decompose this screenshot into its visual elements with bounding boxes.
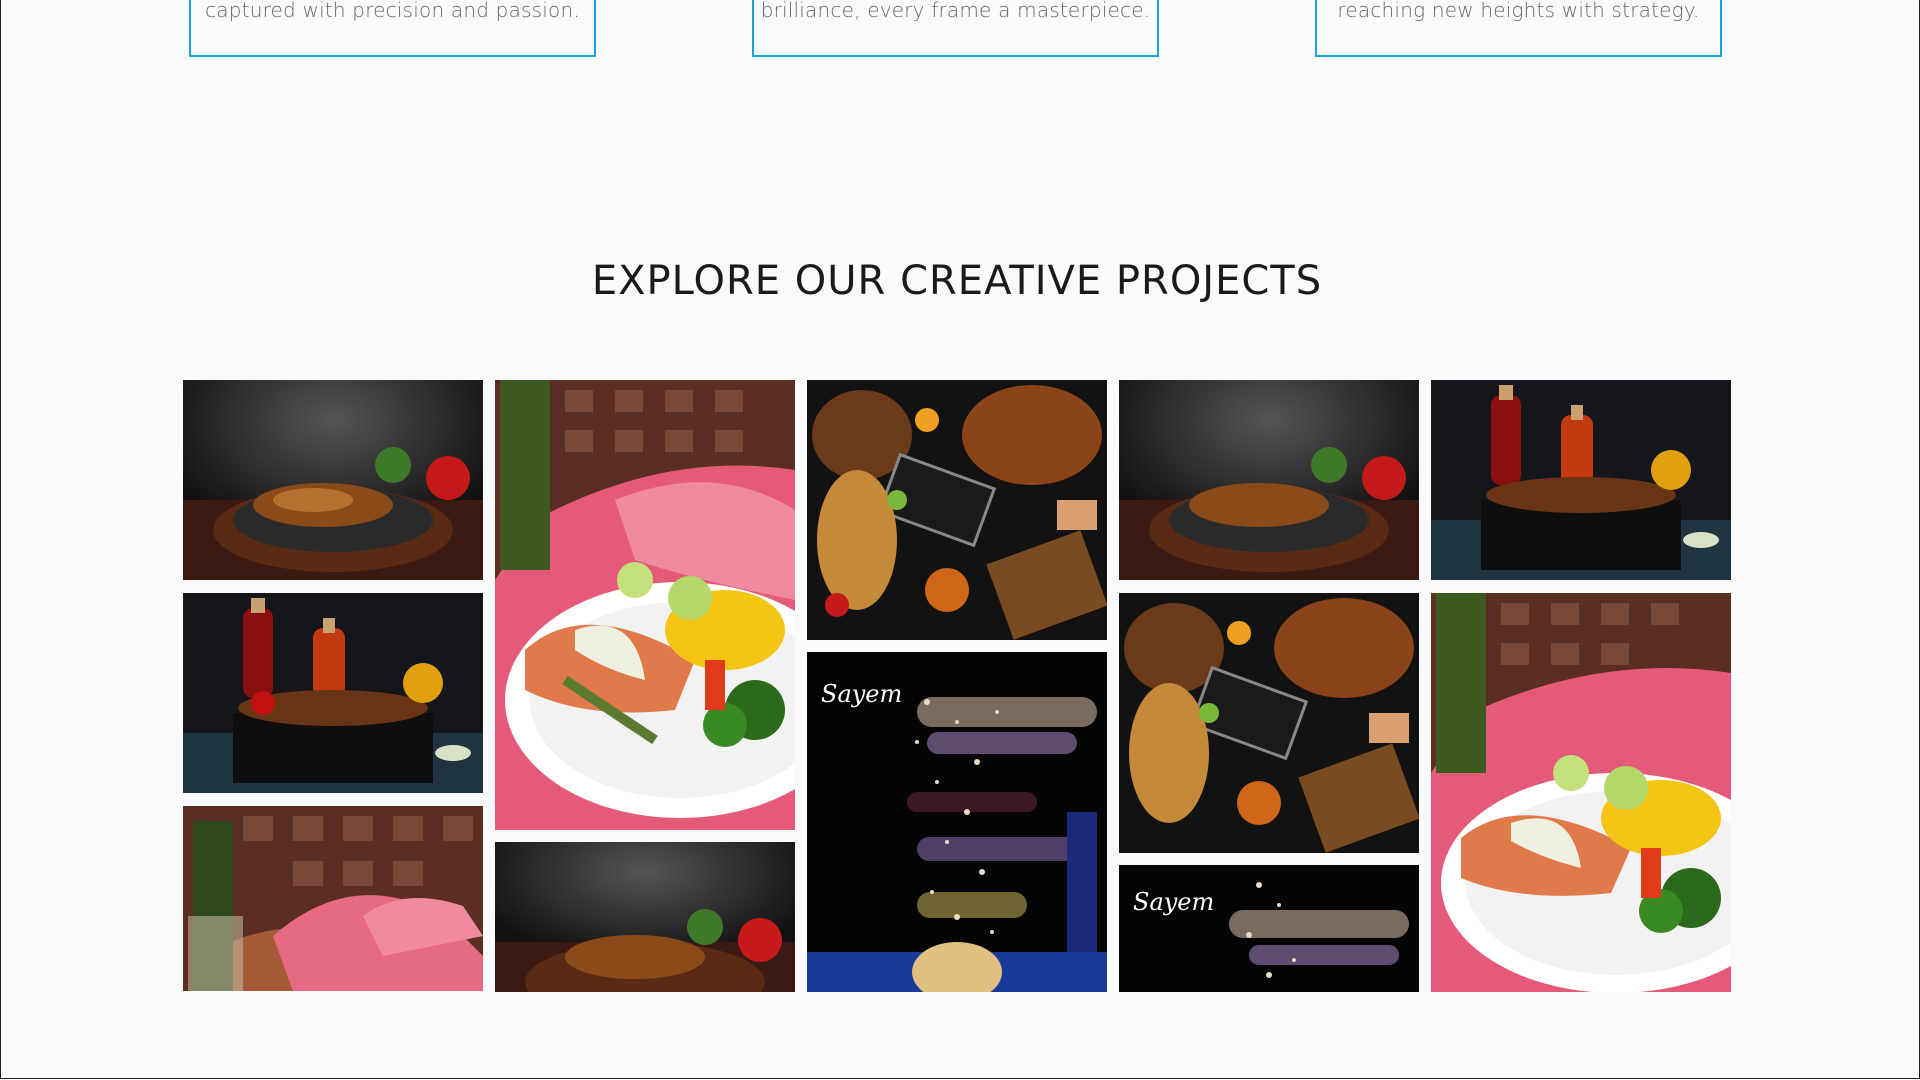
gallery-image-sizzler-2[interactable]: [495, 842, 795, 992]
gallery-image-salmon[interactable]: [183, 806, 483, 991]
gallery-image-feast-topdown-2[interactable]: [1119, 593, 1419, 853]
watermark-text: Sayem: [1133, 888, 1214, 916]
feature-card-3: reaching new heights with strategy.: [1315, 0, 1722, 57]
section-title: EXPLORE OUR CREATIVE PROJECTS: [591, 258, 1323, 304]
gallery-image-sizzler[interactable]: [183, 380, 483, 580]
gallery-image-salmon-plate-2[interactable]: [1431, 593, 1731, 992]
gallery-image-dessert-2[interactable]: Sayem: [1119, 865, 1419, 992]
feature-card-1: captured with precision and passion.: [189, 0, 596, 57]
gallery-image-feast-topdown[interactable]: [807, 380, 1107, 640]
gallery-image-grill[interactable]: [183, 593, 483, 793]
feature-card-description: captured with precision and passion.: [205, 0, 580, 22]
gallery-image-sizzler-3[interactable]: [1119, 380, 1419, 580]
feature-card-description: brilliance, every frame a masterpiece.: [760, 0, 1151, 22]
feature-card-description: reaching new heights with strategy.: [1337, 0, 1700, 22]
gallery-image-salmon-plate[interactable]: [495, 380, 795, 830]
gallery-image-dessert[interactable]: Sayem: [807, 652, 1107, 992]
feature-card-2: brilliance, every frame a masterpiece.: [752, 0, 1159, 57]
gallery-image-grill-2[interactable]: [1431, 380, 1731, 580]
watermark-text: Sayem: [821, 680, 902, 708]
